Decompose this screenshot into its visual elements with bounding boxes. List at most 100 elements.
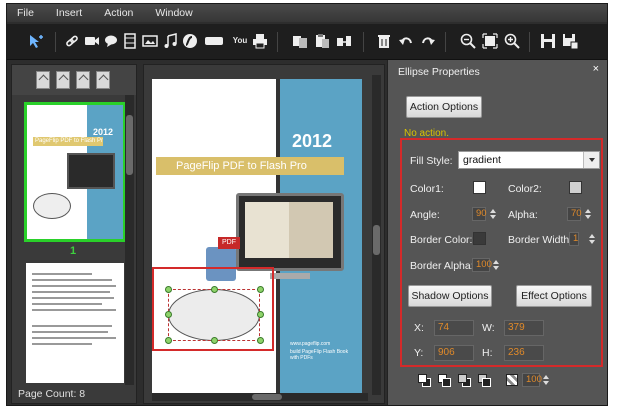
ellipse-properties-box: Fill Style: gradient Color1: Color2: Ang… bbox=[400, 138, 603, 367]
thumbnail-year: 2012 bbox=[93, 127, 114, 137]
alpha-input[interactable]: 70 bbox=[567, 207, 582, 221]
video-icon[interactable] bbox=[83, 33, 101, 49]
fill-style-label: Fill Style: bbox=[410, 155, 453, 167]
resize-handle-left[interactable] bbox=[165, 311, 172, 318]
menu-insert[interactable]: Insert bbox=[56, 7, 82, 19]
canvas-small-text-1: www.pageflip.com bbox=[290, 341, 331, 347]
move-page-down-button[interactable] bbox=[96, 71, 110, 89]
bring-forward-icon[interactable] bbox=[458, 374, 472, 388]
fit-icon[interactable] bbox=[481, 33, 499, 49]
color2-swatch[interactable] bbox=[569, 181, 582, 194]
canvas-year: 2012 bbox=[292, 131, 333, 151]
border-width-stepper[interactable] bbox=[589, 233, 595, 245]
border-alpha-input[interactable]: 100 bbox=[472, 258, 492, 272]
thumbnail-panel: 2012 PageFlip PDF to Flash Pro 1 Page Co… bbox=[11, 64, 137, 404]
resize-handle-top[interactable] bbox=[211, 286, 218, 293]
pdf-tag: PDF bbox=[218, 237, 240, 249]
zoom-in-icon[interactable] bbox=[503, 33, 521, 49]
laptop-image[interactable] bbox=[236, 193, 344, 271]
page-count: Page Count: 8 bbox=[18, 388, 86, 400]
color1-swatch[interactable] bbox=[473, 181, 486, 194]
angle-input[interactable]: 90 bbox=[472, 207, 487, 221]
resize-handle-bottom-left[interactable] bbox=[165, 337, 172, 344]
print-icon[interactable] bbox=[251, 33, 269, 49]
color2-label: Color2: bbox=[508, 183, 542, 195]
h-input[interactable]: 236 bbox=[504, 345, 544, 361]
action-options-button[interactable]: Action Options bbox=[406, 96, 482, 118]
laptop-stand bbox=[270, 273, 310, 279]
undo-icon[interactable] bbox=[397, 33, 415, 49]
effect-options-button[interactable]: Effect Options bbox=[516, 285, 592, 307]
fill-style-select[interactable]: gradient bbox=[458, 151, 600, 169]
close-icon[interactable]: × bbox=[593, 63, 599, 75]
bring-to-front-icon[interactable] bbox=[418, 374, 432, 388]
zoom-out-icon[interactable] bbox=[459, 33, 477, 49]
resize-handle-right[interactable] bbox=[257, 311, 264, 318]
canvas-horizontal-scrollbar[interactable] bbox=[152, 393, 368, 401]
chevron-down-icon bbox=[583, 152, 599, 168]
canvas-band-title: PageFlip PDF to Flash Pro bbox=[156, 157, 344, 175]
insert-page-button[interactable] bbox=[56, 71, 70, 89]
resize-handle-top-left[interactable] bbox=[165, 286, 172, 293]
x-label: X: bbox=[414, 322, 424, 334]
resize-handle-bottom[interactable] bbox=[211, 337, 218, 344]
menu-window[interactable]: Window bbox=[155, 7, 192, 19]
move-page-up-button[interactable] bbox=[76, 71, 90, 89]
paste-icon[interactable] bbox=[313, 33, 331, 49]
button-icon[interactable] bbox=[203, 33, 225, 49]
border-color-swatch[interactable] bbox=[473, 232, 486, 245]
send-to-back-icon[interactable] bbox=[438, 374, 452, 388]
color1-label: Color1: bbox=[410, 183, 444, 195]
flash-icon[interactable] bbox=[181, 33, 199, 49]
w-label: W: bbox=[482, 322, 495, 334]
canvas-panel: 2012 PageFlip PDF to Flash Pro PDF www.p… bbox=[143, 64, 385, 404]
border-alpha-label: Border Alpha: bbox=[410, 260, 474, 272]
redo-icon[interactable] bbox=[419, 33, 437, 49]
alpha-stepper[interactable] bbox=[585, 208, 591, 220]
add-page-button[interactable] bbox=[36, 71, 50, 89]
speech-bubble-icon[interactable] bbox=[103, 33, 121, 49]
copy-icon[interactable] bbox=[291, 33, 309, 49]
menu-file[interactable]: File bbox=[17, 7, 34, 19]
app-window: File Insert Action Window You 2012 PageF… bbox=[6, 3, 608, 406]
link-icon[interactable] bbox=[63, 33, 81, 49]
toolbar: You bbox=[7, 24, 607, 60]
page-thumbnail-2[interactable] bbox=[26, 263, 124, 383]
opacity-input[interactable]: 100 bbox=[522, 373, 542, 387]
send-backward-icon[interactable] bbox=[478, 374, 492, 388]
canvas-small-text-2: build PageFlip Flash Book with PDFs bbox=[290, 349, 349, 361]
save-as-icon[interactable] bbox=[561, 33, 579, 49]
shadow-options-button[interactable]: Shadow Options bbox=[408, 285, 492, 307]
fill-style-value: gradient bbox=[463, 154, 501, 166]
youtube-icon[interactable]: You bbox=[231, 33, 249, 49]
y-input[interactable]: 906 bbox=[434, 345, 474, 361]
thumbnail-band-title: PageFlip PDF to Flash Pro bbox=[33, 137, 103, 146]
save-icon[interactable] bbox=[539, 33, 557, 49]
page-thumbnail-1[interactable]: 2012 PageFlip PDF to Flash Pro bbox=[24, 102, 126, 242]
select-cursor-icon[interactable] bbox=[27, 33, 45, 49]
opacity-icon bbox=[506, 374, 518, 386]
thumbnail-laptop-image bbox=[67, 153, 115, 189]
delete-icon[interactable] bbox=[375, 33, 393, 49]
w-input[interactable]: 379 bbox=[504, 320, 544, 336]
image-icon[interactable] bbox=[141, 33, 159, 49]
duplicate-icon[interactable] bbox=[335, 33, 353, 49]
menu-action[interactable]: Action bbox=[104, 7, 133, 19]
border-alpha-stepper[interactable] bbox=[493, 259, 499, 271]
x-input[interactable]: 74 bbox=[434, 320, 474, 336]
border-color-label: Border Color: bbox=[410, 234, 473, 246]
thumbnail-scrollbar[interactable] bbox=[125, 95, 134, 385]
page-canvas[interactable]: 2012 PageFlip PDF to Flash Pro PDF www.p… bbox=[152, 79, 362, 393]
alpha-label: Alpha: bbox=[508, 209, 538, 221]
border-width-label: Border Width: bbox=[508, 234, 573, 246]
border-width-input[interactable]: 1 bbox=[569, 232, 579, 246]
resize-handle-bottom-right[interactable] bbox=[257, 337, 264, 344]
film-icon[interactable] bbox=[121, 33, 139, 49]
music-icon[interactable] bbox=[161, 33, 179, 49]
canvas-vertical-scrollbar[interactable] bbox=[372, 75, 381, 395]
resize-handle-top-right[interactable] bbox=[257, 286, 264, 293]
properties-panel: Ellipse Properties × Action Options No a… bbox=[387, 60, 607, 405]
selection-box bbox=[168, 289, 260, 341]
opacity-stepper[interactable] bbox=[543, 374, 549, 386]
angle-stepper[interactable] bbox=[490, 208, 496, 220]
